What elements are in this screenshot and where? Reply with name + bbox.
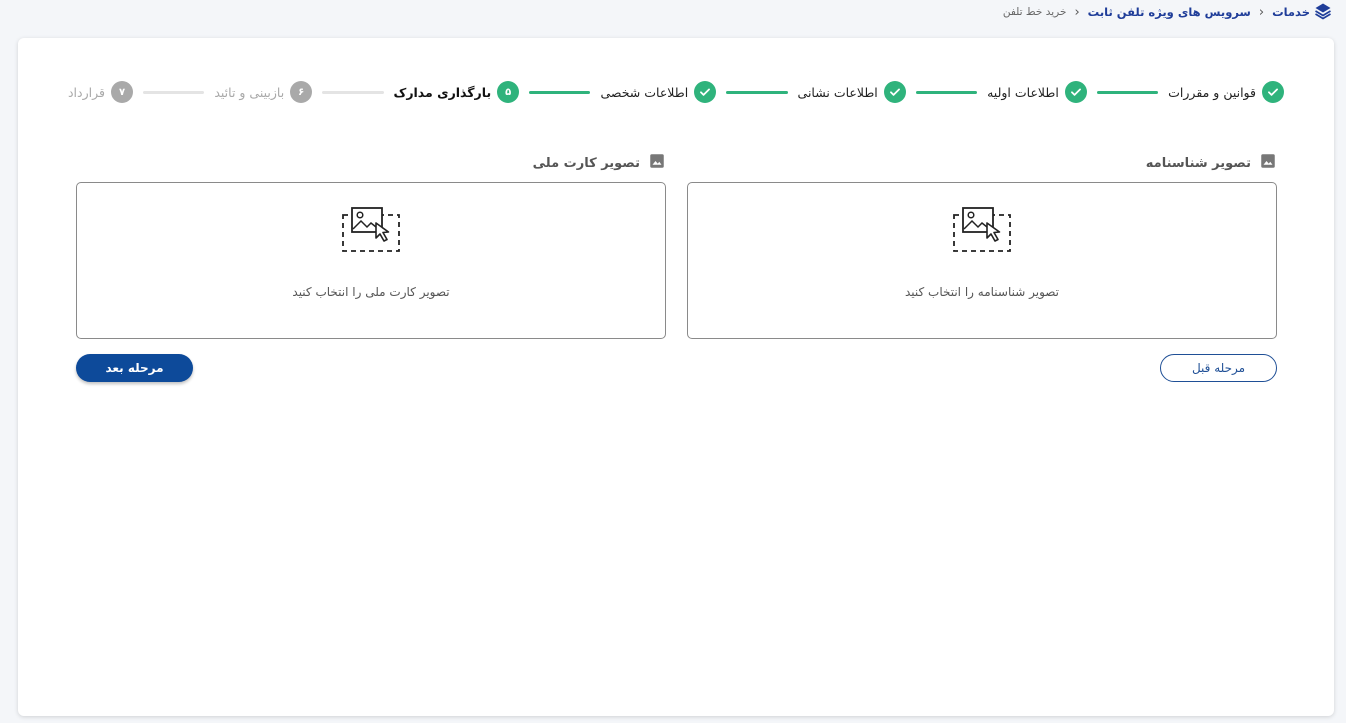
step-connector xyxy=(1096,90,1159,94)
step-label: قرارداد xyxy=(67,84,105,100)
main-card: قوانین و مقررات اطلاعات اولیه اطلاعات نش… xyxy=(18,38,1334,716)
image-upload-icon xyxy=(340,205,402,259)
image-upload-icon xyxy=(951,205,1013,259)
prev-step-button[interactable]: مرحله قبل xyxy=(1160,354,1277,382)
chevron-left-icon: ‹ xyxy=(1258,4,1265,20)
step-label: بازبینی و تائید xyxy=(214,84,285,100)
step-review: ۶ بازبینی و تائید xyxy=(214,81,313,103)
breadcrumb-section[interactable]: سرویس های ویژه تلفن ثابت xyxy=(1088,5,1251,19)
step-label: اطلاعات اولیه xyxy=(987,84,1059,100)
step-basic-info: اطلاعات اولیه xyxy=(987,81,1087,103)
breadcrumb: خدمات ‹ سرویس های ویژه تلفن ثابت ‹ خرید … xyxy=(1003,0,1332,24)
check-icon xyxy=(1064,81,1087,103)
step-address-info: اطلاعات نشانی xyxy=(798,81,906,103)
check-icon xyxy=(694,81,717,103)
step-label: قوانین و مقررات xyxy=(1168,84,1256,100)
step-documents: ۵ بارگذاری مدارک xyxy=(394,81,520,103)
step-connector xyxy=(529,90,591,94)
step-number: ۶ xyxy=(290,81,313,103)
step-number: ۵ xyxy=(497,81,520,103)
image-icon xyxy=(1259,152,1277,174)
step-connector xyxy=(915,90,978,94)
check-icon xyxy=(883,81,906,103)
step-connector xyxy=(726,90,788,94)
birth-certificate-title-label: تصویر شناسنامه xyxy=(1145,155,1251,171)
national-card-title: تصویر کارت ملی xyxy=(533,152,666,174)
step-connector xyxy=(322,90,384,94)
birth-certificate-upload-prompt: تصویر شناسنامه را انتخاب کنید xyxy=(904,285,1060,299)
breadcrumb-current: خرید خط تلفن xyxy=(1002,6,1067,18)
check-icon xyxy=(1262,81,1284,103)
step-connector xyxy=(142,90,205,94)
step-label: اطلاعات شخصی xyxy=(600,84,689,100)
step-label: بارگذاری مدارک xyxy=(393,84,492,100)
national-card-title-label: تصویر کارت ملی xyxy=(532,155,640,171)
national-card-upload-prompt: تصویر کارت ملی را انتخاب کنید xyxy=(292,285,450,299)
breadcrumb-home[interactable]: خدمات xyxy=(1272,2,1332,23)
stepper: قوانین و مقررات اطلاعات اولیه اطلاعات نش… xyxy=(68,78,1284,106)
birth-certificate-upload-box[interactable]: تصویر شناسنامه را انتخاب کنید xyxy=(687,182,1277,339)
step-terms: قوانین و مقررات xyxy=(1168,81,1284,103)
step-number: ۷ xyxy=(110,81,133,103)
chevron-left-icon: ‹ xyxy=(1074,4,1080,20)
step-personal-info: اطلاعات شخصی xyxy=(600,81,717,103)
step-contract: ۷ قرارداد xyxy=(68,81,133,103)
birth-certificate-title: تصویر شناسنامه xyxy=(1146,152,1277,174)
national-card-upload-box[interactable]: تصویر کارت ملی را انتخاب کنید xyxy=(76,182,666,339)
next-step-button[interactable]: مرحله بعد xyxy=(76,354,193,382)
breadcrumb-home-label: خدمات xyxy=(1272,5,1310,19)
image-icon xyxy=(648,152,666,174)
layers-icon xyxy=(1314,2,1332,23)
step-label: اطلاعات نشانی xyxy=(797,84,878,100)
